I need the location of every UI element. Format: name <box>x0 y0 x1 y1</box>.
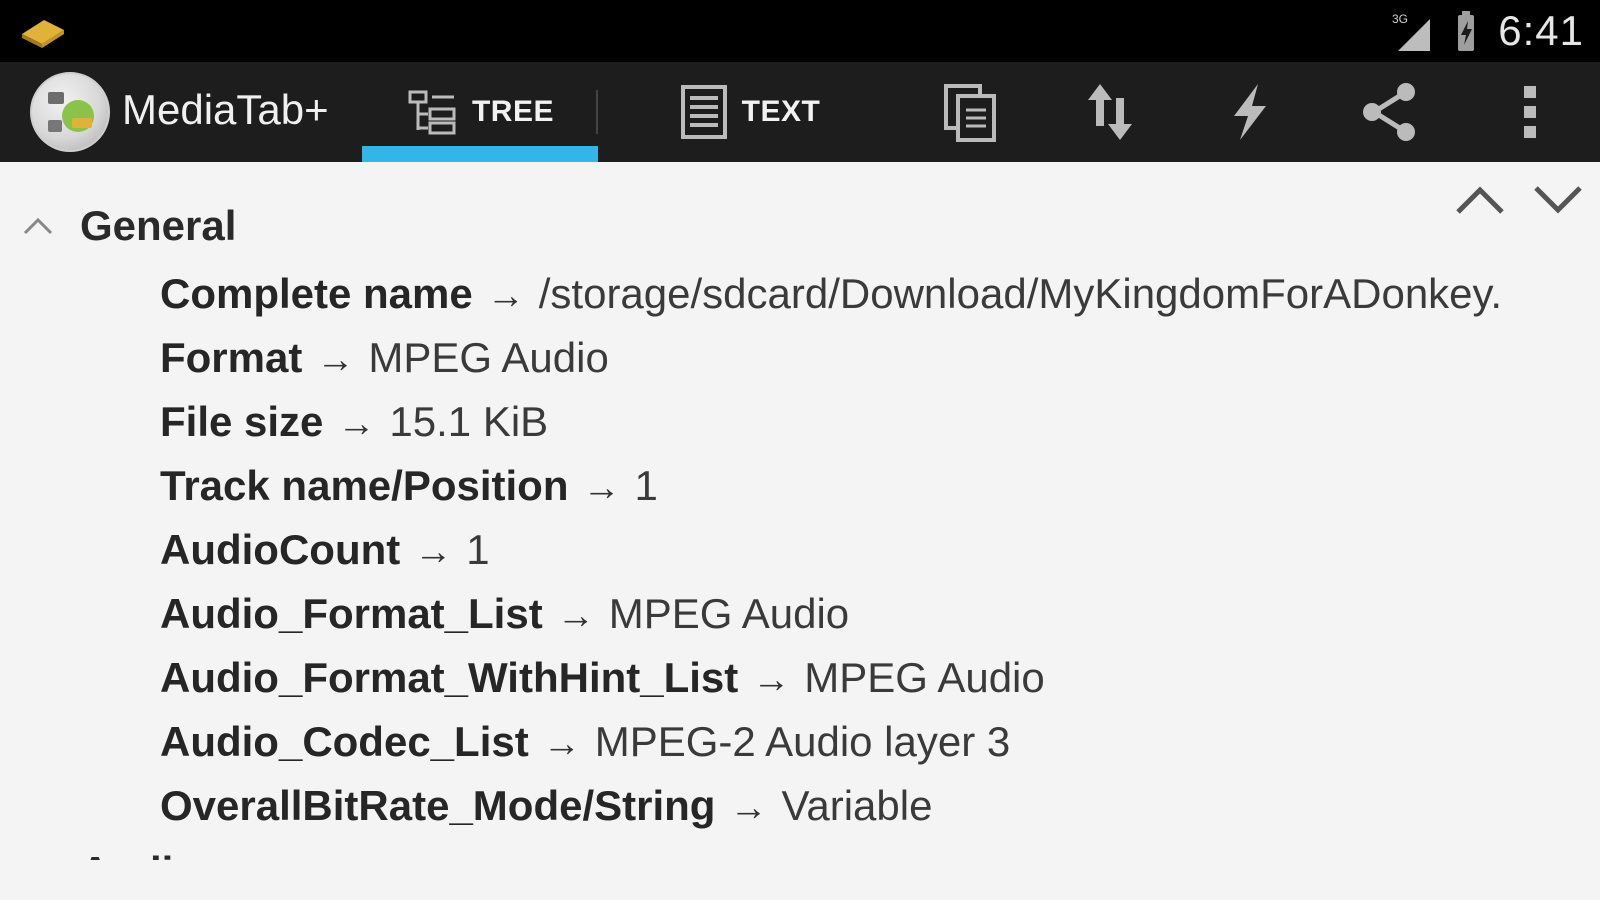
property-row[interactable]: AudioCount → 1 <box>160 518 1600 582</box>
property-key: Format <box>160 334 303 381</box>
tree-view[interactable]: General Complete name → /storage/sdcard/Do… <box>0 162 1600 900</box>
property-value: MPEG Audio <box>804 654 1045 701</box>
arrow-separator: → <box>582 467 621 509</box>
flash-icon[interactable] <box>1218 80 1282 144</box>
property-key: Audio_Format_List <box>160 590 543 637</box>
arrow-separator: → <box>556 595 595 637</box>
arrow-separator: → <box>337 403 376 445</box>
property-row[interactable]: Audio_Format_WithHint_List → MPEG Audio <box>160 646 1600 710</box>
property-value: MPEG Audio <box>608 590 850 637</box>
tab-text[interactable]: TEXT <box>640 62 860 162</box>
text-list-icon <box>680 85 727 139</box>
arrow-separator: → <box>486 275 525 317</box>
property-value: Variable <box>781 782 933 829</box>
tab-tree-label: TREE <box>471 95 554 128</box>
network-type: 3G <box>1392 12 1408 26</box>
property-value: 1 <box>634 462 658 509</box>
next-section-header[interactable]: Audio <box>80 842 199 860</box>
tab-divider <box>596 90 598 134</box>
property-key: Complete name <box>160 270 473 317</box>
copy-icon[interactable] <box>938 80 1002 144</box>
property-row[interactable]: Audio_Codec_List → MPEG-2 Audio layer 3 <box>160 710 1600 774</box>
arrow-separator: → <box>414 531 453 573</box>
tab-text-label: TEXT <box>741 95 821 128</box>
property-row[interactable]: Track name/Position → 1 <box>160 454 1600 518</box>
property-key: Track name/Position <box>160 462 569 509</box>
property-row[interactable]: Format → MPEG Audio <box>160 326 1600 390</box>
status-indicators: 3G 6:41 <box>1390 6 1584 56</box>
clock: 6:41 <box>1498 7 1584 54</box>
arrow-separator: → <box>752 659 791 701</box>
arrow-separator: → <box>729 787 768 829</box>
arrow-separator: → <box>542 723 581 765</box>
property-key: OverallBitRate_Mode/String <box>160 782 716 829</box>
property-key: AudioCount <box>160 526 401 573</box>
property-value: /storage/sdcard/Download/MyKingdomForADo… <box>538 270 1503 317</box>
battery-icon <box>1458 11 1475 51</box>
property-value: 15.1 KiB <box>389 398 549 445</box>
status-bar: 3G 6:41 <box>0 0 1600 62</box>
signal-icon: 3G <box>1392 12 1431 51</box>
section-general-header[interactable]: General <box>22 202 236 250</box>
overflow-menu-icon[interactable] <box>1498 80 1562 144</box>
app-logo[interactable] <box>30 72 110 152</box>
property-row[interactable]: OverallBitRate_Mode/String → Variable <box>160 774 1600 838</box>
property-row[interactable]: File size → 15.1 KiB <box>160 390 1600 454</box>
app-logo-icon <box>48 92 94 132</box>
arrow-separator: → <box>316 339 355 381</box>
share-icon[interactable] <box>1358 80 1422 144</box>
chevron-down-icon[interactable] <box>1530 182 1586 218</box>
property-key: File size <box>160 398 324 445</box>
property-key: Audio_Codec_List <box>160 718 529 765</box>
sort-icon[interactable] <box>1078 80 1142 144</box>
property-value: 1 <box>466 526 490 573</box>
notification-icon <box>22 20 64 48</box>
property-row[interactable]: Complete name → /storage/sdcard/Download/M… <box>160 262 1600 326</box>
property-list: Complete name → /storage/sdcard/Download/M… <box>160 262 1600 838</box>
tree-icon <box>408 90 456 135</box>
property-row[interactable]: Audio_Format_List → MPEG Audio <box>160 582 1600 646</box>
collapse-icon <box>23 217 53 235</box>
chevron-up-icon[interactable] <box>1452 182 1508 218</box>
app-title: MediaTab+ <box>122 86 329 133</box>
section-title: General <box>80 202 237 249</box>
tab-selected-indicator <box>362 146 598 162</box>
property-value: MPEG Audio <box>368 334 609 381</box>
property-key: Audio_Format_WithHint_List <box>160 654 739 701</box>
action-bar: MediaTab+ TREE TEXT <box>0 62 1600 162</box>
property-value: MPEG-2 Audio layer 3 <box>594 718 1011 765</box>
